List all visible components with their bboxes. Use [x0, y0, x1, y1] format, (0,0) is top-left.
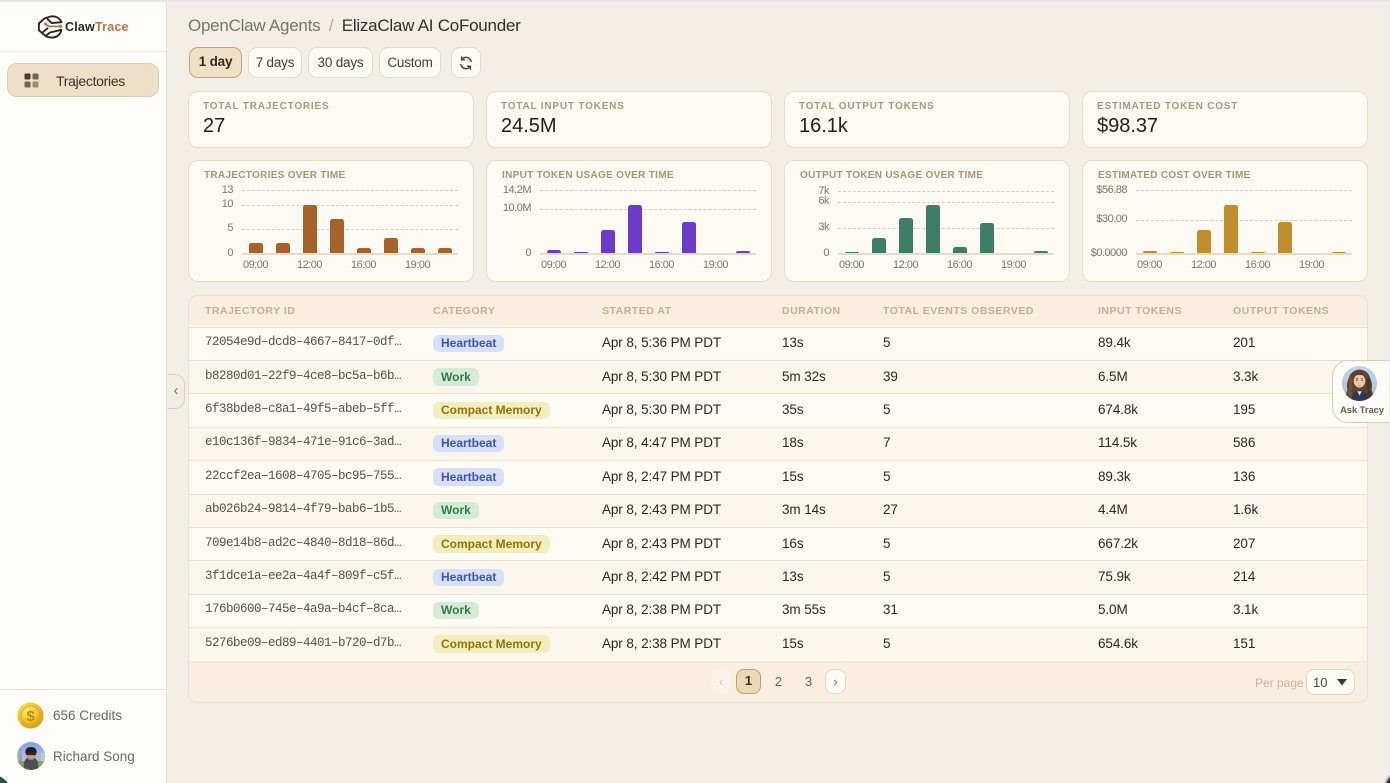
- svg-text:$: $: [26, 708, 35, 725]
